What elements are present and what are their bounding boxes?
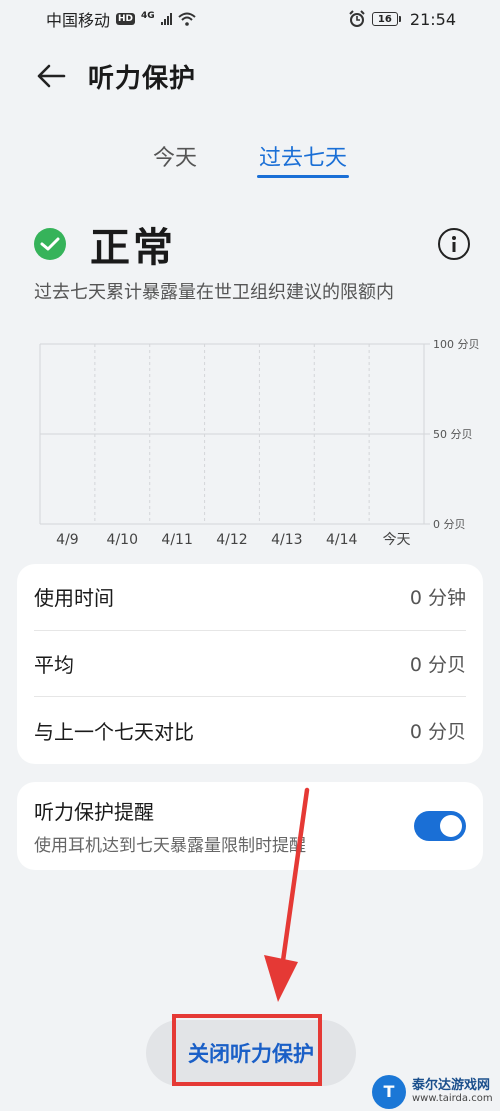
arrow-left-icon	[37, 64, 66, 88]
chart-x-tick-label: 4/14	[326, 532, 358, 548]
wifi-icon	[178, 12, 196, 26]
hd-badge: HD	[116, 13, 136, 25]
period-tabs: 今天 过去七天	[0, 132, 500, 180]
status-word: 正常	[90, 225, 176, 271]
chart-y-tick-label: 50 分贝	[433, 428, 473, 441]
stat-value: 0 分贝	[409, 653, 466, 676]
status-row: 正常	[34, 216, 470, 272]
info-icon	[452, 236, 456, 252]
info-button[interactable]	[438, 228, 470, 260]
check-icon	[34, 228, 66, 260]
chart-y-tick-label: 0 分贝	[433, 518, 466, 531]
stat-row-usage-time: 使用时间 0 分钟	[34, 564, 466, 631]
reminder-text: 听力保护提醒 使用耳机达到七天暴露量限制时提醒	[34, 796, 306, 856]
chart-x-tick-label: 4/10	[107, 532, 138, 548]
reminder-title: 听力保护提醒	[34, 800, 154, 824]
reminder-subtitle: 使用耳机达到七天暴露量限制时提醒	[34, 836, 306, 856]
stat-value: 0 分贝	[409, 720, 466, 743]
exposure-chart: 100 分贝 50 分贝 0 分贝 4/9 4/10 4/11 4/12 4/13 4/14 今天	[39, 338, 480, 548]
toggle-knob	[440, 815, 462, 837]
battery-icon: 16	[371, 12, 401, 26]
stats-card: 使用时间 0 分钟 平均 0 分贝 与上一个七天对比 0 分贝	[17, 564, 483, 764]
page-title: 听力保护	[88, 63, 197, 94]
chart-x-tick-label: 4/12	[216, 532, 247, 548]
watermark-url: www.tairda.com	[412, 1093, 493, 1105]
clock: 21:54	[409, 9, 456, 29]
tab-past-seven-days[interactable]: 过去七天	[257, 132, 350, 180]
status-bar: 中国移动 HD 4G 16 21:54	[0, 0, 500, 38]
stat-row-comparison: 与上一个七天对比 0 分贝	[34, 697, 466, 764]
status-right: 16 21:54	[348, 10, 456, 29]
chart-x-tick-label: 4/11	[161, 532, 192, 548]
stat-value: 0 分钟	[409, 587, 466, 610]
chart-x-tick-label: 4/9	[56, 532, 79, 548]
network-label: 4G	[141, 11, 155, 21]
annotation-highlight-box	[172, 1014, 322, 1086]
stat-label: 与上一个七天对比	[34, 719, 194, 744]
signal-icon	[160, 13, 172, 25]
watermark-name: 泰尔达游戏网	[412, 1077, 491, 1093]
tab-today[interactable]: 今天	[151, 132, 199, 180]
chart-y-tick-label: 100 分贝	[433, 338, 480, 351]
status-description: 过去七天累计暴露量在世卫组织建议的限额内	[34, 282, 394, 303]
watermark-logo: T	[372, 1074, 406, 1109]
back-button[interactable]	[34, 59, 68, 93]
reminder-toggle[interactable]	[414, 811, 466, 841]
header: 听力保护	[0, 50, 500, 102]
watermark-text: 泰尔达游戏网 www.tairda.com	[412, 1077, 493, 1105]
carrier-label: 中国移动	[46, 11, 111, 30]
reminder-card: 听力保护提醒 使用耳机达到七天暴露量限制时提醒	[17, 782, 483, 870]
chart-x-tick-label: 4/13	[271, 532, 302, 548]
stat-label: 使用时间	[34, 586, 114, 611]
stat-row-average: 平均 0 分贝	[34, 631, 466, 698]
status-left: 中国移动 HD 4G	[46, 7, 196, 31]
battery-level: 16	[377, 13, 392, 25]
stat-label: 平均	[34, 652, 74, 677]
chart-x-tick-label: 今天	[383, 532, 411, 548]
watermark: T 泰尔达游戏网 www.tairda.com	[372, 1072, 500, 1111]
alarm-icon	[349, 10, 365, 27]
